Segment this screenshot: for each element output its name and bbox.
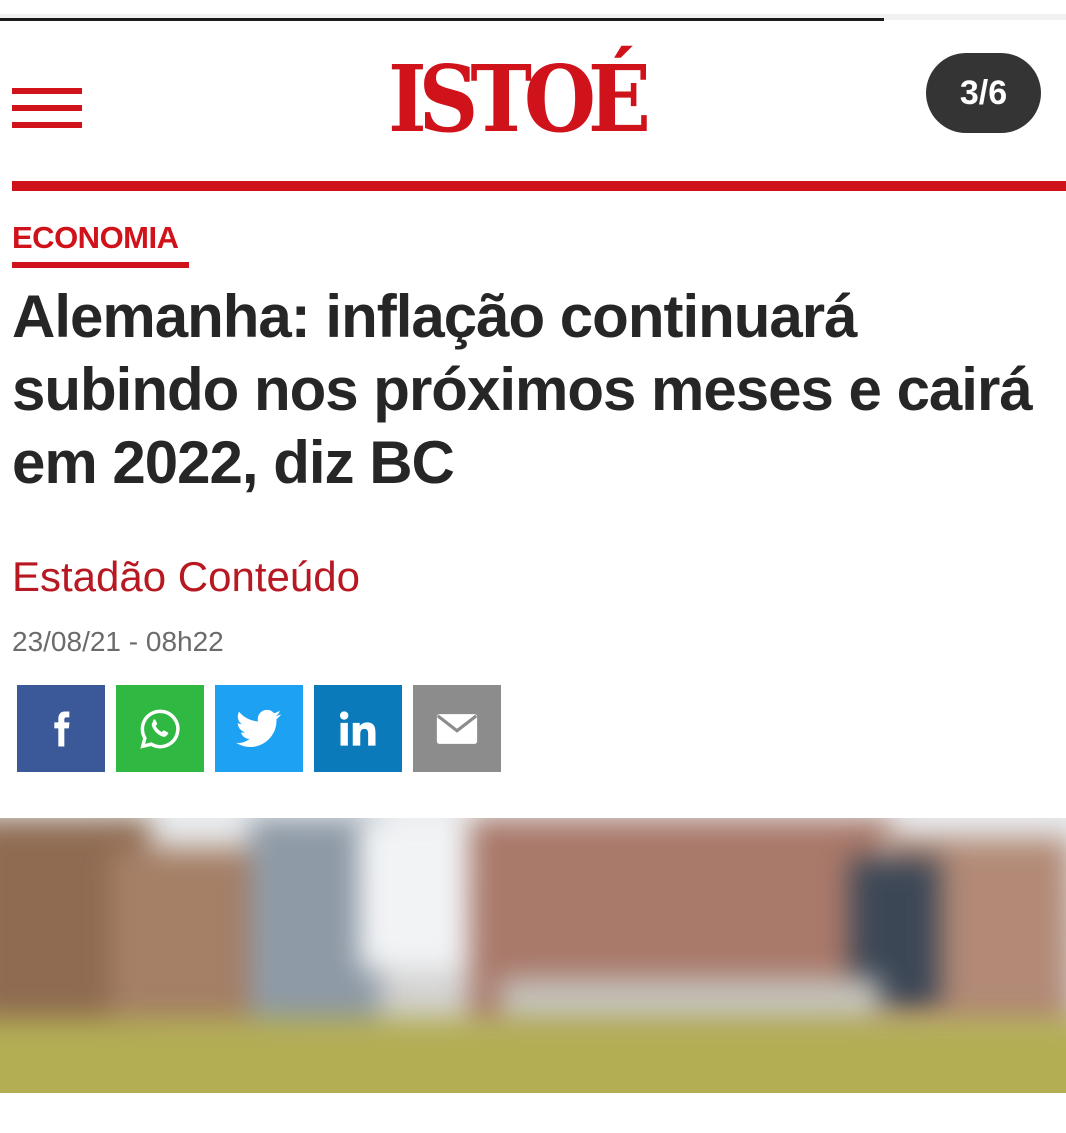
share-email-button[interactable] [413,685,501,772]
email-icon [436,713,478,744]
site-header: ISTOÉ 3/6 [0,40,1066,180]
header-divider [12,181,1066,191]
twitter-icon [236,709,282,747]
share-linkedin-button[interactable] [314,685,402,772]
logo-text: ISTOÉ [388,45,651,153]
hamburger-menu-icon[interactable] [12,88,82,130]
whatsapp-icon [140,709,180,749]
article-headline: Alemanha: inflação continuará subindo no… [12,283,1033,496]
article-photo[interactable] [0,818,1066,1093]
article-date: 23/08/21 - 08h22 [12,626,224,657]
article-author[interactable]: Estadão Conteúdo [12,552,360,602]
gallery-pager-badge[interactable]: 3/6 [926,53,1041,133]
section-underline [12,262,189,268]
facebook-icon [54,711,70,746]
share-twitter-button[interactable] [215,685,303,772]
linkedin-icon [339,710,376,746]
article-page: ISTOÉ 3/6 ECONOMIA Alemanha: inflação co… [0,0,1066,1133]
section-label[interactable]: ECONOMIA [12,218,179,258]
share-whatsapp-button[interactable] [116,685,204,772]
site-logo[interactable]: ISTOÉ [388,52,678,147]
bottom-toolbar [0,1093,1066,1133]
share-facebook-button[interactable] [17,685,105,772]
reading-progress-bar [0,18,884,21]
